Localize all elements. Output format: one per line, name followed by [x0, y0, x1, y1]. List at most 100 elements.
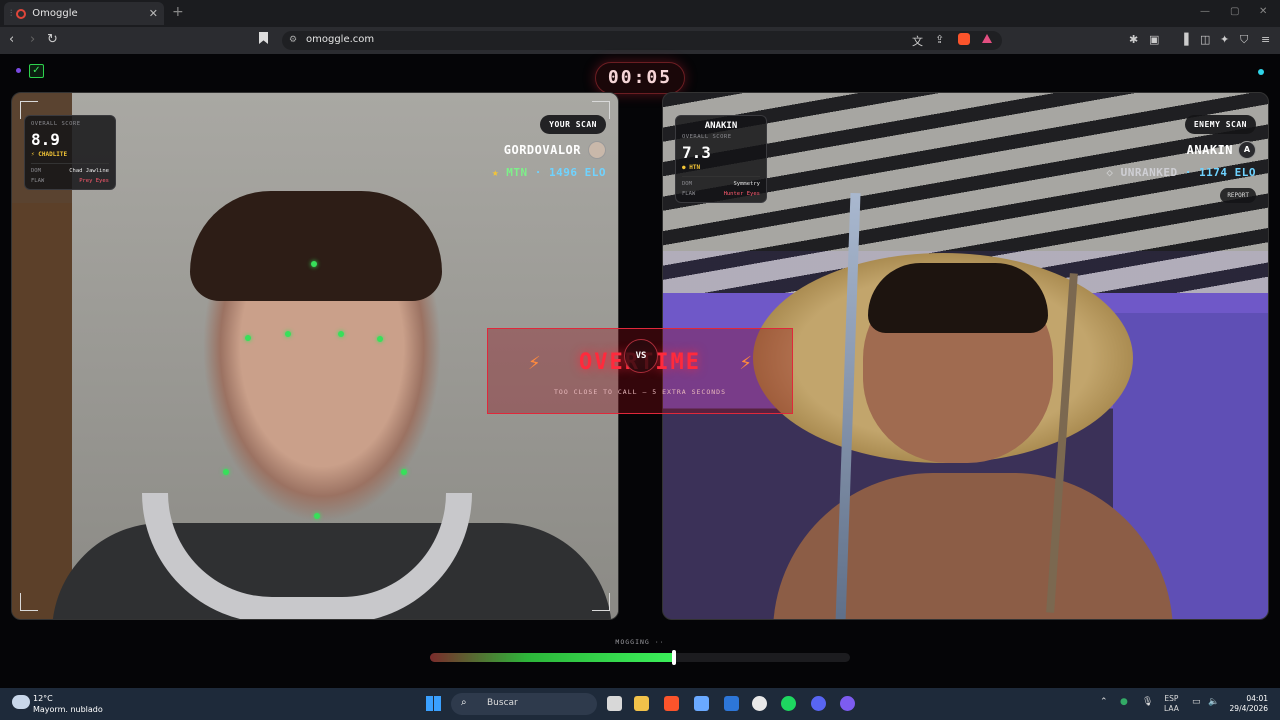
divider: [31, 163, 109, 164]
enemy-header-name: ANAKIN: [704, 121, 738, 131]
taskbar-search[interactable]: ⌕ Buscar: [451, 693, 597, 715]
your-player-name: GORDOVALOR: [503, 143, 581, 157]
task-view-icon[interactable]: [607, 696, 622, 711]
flaw-value: Prey Eyes: [79, 178, 109, 184]
tab-menu-icon[interactable]: ⫶: [10, 9, 12, 19]
star-icon: ★: [492, 166, 500, 179]
discord-icon[interactable]: [811, 696, 826, 711]
tray-app-icon[interactable]: ●: [1120, 697, 1128, 707]
enemy-avatar[interactable]: A: [1238, 141, 1256, 159]
wallet-icon[interactable]: ◫: [1200, 33, 1210, 46]
tray-overflow-icon[interactable]: ⌃: [1100, 697, 1108, 707]
check-icon[interactable]: ✓: [29, 64, 44, 78]
volume-icon[interactable]: 🔈: [1208, 697, 1219, 707]
mogging-label: MOGGING ··: [615, 638, 665, 646]
vs-badge: VS: [624, 339, 658, 373]
reload-icon[interactable]: ↻: [47, 32, 58, 47]
your-avatar[interactable]: [588, 141, 606, 159]
cloud-icon[interactable]: [12, 695, 30, 709]
store-icon[interactable]: [694, 696, 709, 711]
scan-corner: [20, 593, 38, 611]
window-close-icon[interactable]: ✕: [1259, 6, 1267, 17]
landmark-point: [285, 331, 291, 337]
github-icon[interactable]: [752, 696, 767, 711]
clock-time: 04:01: [1246, 694, 1268, 703]
address-toolbar: ‹ › ↻ ⚙ omoggle.com: [0, 27, 1280, 54]
lang-top: ESP: [1164, 694, 1179, 703]
app-c-icon[interactable]: [724, 696, 739, 711]
menu-icon[interactable]: ≡: [1261, 33, 1270, 46]
your-scan-badge: YOUR SCAN: [540, 115, 606, 134]
microphone-icon[interactable]: 🎙: [1142, 697, 1153, 707]
search-icon: ⌕: [461, 697, 467, 708]
app-assistant-icon[interactable]: [840, 696, 855, 711]
dom-label: DOM: [682, 181, 692, 187]
url-text: omoggle.com: [306, 34, 375, 45]
landmark-point: [245, 335, 251, 341]
dom-value: Chad Jawline: [69, 168, 109, 174]
unranked-diamond-icon: ◇: [1106, 166, 1114, 179]
windows-start-icon[interactable]: [426, 696, 441, 711]
landmark-point: [338, 331, 344, 337]
language-indicator[interactable]: ESP LAA: [1164, 694, 1179, 714]
your-elo: · 1496 ELO: [534, 166, 606, 179]
translate-icon[interactable]: 文: [912, 33, 923, 49]
your-rank: MTN: [506, 166, 528, 179]
leo-ai-icon[interactable]: ✦: [1220, 33, 1229, 46]
tier-label: HTN: [689, 164, 701, 171]
bolt-icon: ⚡: [739, 353, 752, 374]
dom-value: Symmetry: [733, 181, 761, 187]
forward-icon[interactable]: ›: [30, 32, 35, 47]
your-score-card: OVERALL SCORE 8.9 ⚡ CHADLITE DOM Chad Jaw…: [24, 115, 116, 190]
brave-browser-icon[interactable]: [664, 696, 679, 711]
weather-temp: 12°C: [33, 694, 53, 703]
extensions-icon[interactable]: ✱: [1129, 33, 1138, 46]
network-icon[interactable]: ▭: [1192, 697, 1201, 707]
vpn-icon[interactable]: ⛉: [1240, 33, 1248, 47]
tab-title: Omoggle: [32, 8, 78, 19]
spotify-icon[interactable]: [781, 696, 796, 711]
flaw-label: FLAW: [31, 178, 45, 184]
browser-tab[interactable]: ⫶ Omoggle ✕: [4, 2, 164, 25]
enemy-scan-badge: ENEMY SCAN: [1184, 115, 1256, 134]
overtime-subtitle: TOO CLOSE TO CALL — 5 EXTRA SECONDS: [554, 388, 726, 396]
weather-widget[interactable]: 12°C Mayorm. nublado: [33, 693, 103, 715]
tier-label: CHADLITE: [38, 151, 68, 158]
countdown-timer: 00:05: [595, 62, 685, 94]
share-icon[interactable]: ⇪: [935, 33, 944, 46]
back-icon[interactable]: ‹: [9, 32, 14, 47]
site-info-icon[interactable]: ⚙: [289, 35, 297, 45]
enemy-player-name: ANAKIN: [1186, 143, 1233, 157]
divider: [682, 176, 760, 177]
report-button[interactable]: REPORT: [1220, 188, 1256, 203]
score-label: OVERALL SCORE: [682, 134, 732, 140]
new-tab-icon[interactable]: +: [172, 4, 184, 20]
status-dot: [16, 68, 21, 73]
weather-desc: Mayorm. nublado: [33, 705, 103, 714]
landmark-point: [223, 469, 229, 475]
lang-bottom: LAA: [1164, 704, 1179, 713]
brave-shields-icon[interactable]: [958, 33, 970, 45]
taskbar-clock[interactable]: 04:01 29/4/2026: [1226, 694, 1268, 714]
background-door: [12, 203, 72, 619]
minimize-icon[interactable]: —: [1200, 6, 1210, 17]
clock-date: 29/4/2026: [1229, 704, 1268, 713]
landmark-point: [401, 469, 407, 475]
maximize-icon[interactable]: ▢: [1230, 6, 1239, 17]
bolt-icon: ⚡: [31, 151, 35, 158]
overall-score: 7.3: [682, 143, 711, 162]
mogging-meter-marker: [671, 650, 676, 665]
hair: [190, 191, 442, 301]
tier-dot-icon: ●: [682, 164, 686, 171]
omoggle-favicon-icon: [16, 8, 27, 19]
connection-dot: [1258, 69, 1264, 75]
enemy-elo: · 1174 ELO: [1184, 166, 1256, 179]
url-field[interactable]: ⚙ omoggle.com: [282, 31, 1002, 50]
score-label: OVERALL SCORE: [31, 121, 81, 127]
tab-close-icon[interactable]: ✕: [149, 7, 158, 20]
sidebar-icon[interactable]: ▐: [1180, 33, 1188, 46]
flaw-value: Hunter Eyes: [723, 191, 760, 197]
brave-rewards-icon[interactable]: [982, 34, 992, 43]
file-explorer-icon[interactable]: [634, 696, 649, 711]
screenshot-icon[interactable]: ▣: [1149, 33, 1159, 46]
